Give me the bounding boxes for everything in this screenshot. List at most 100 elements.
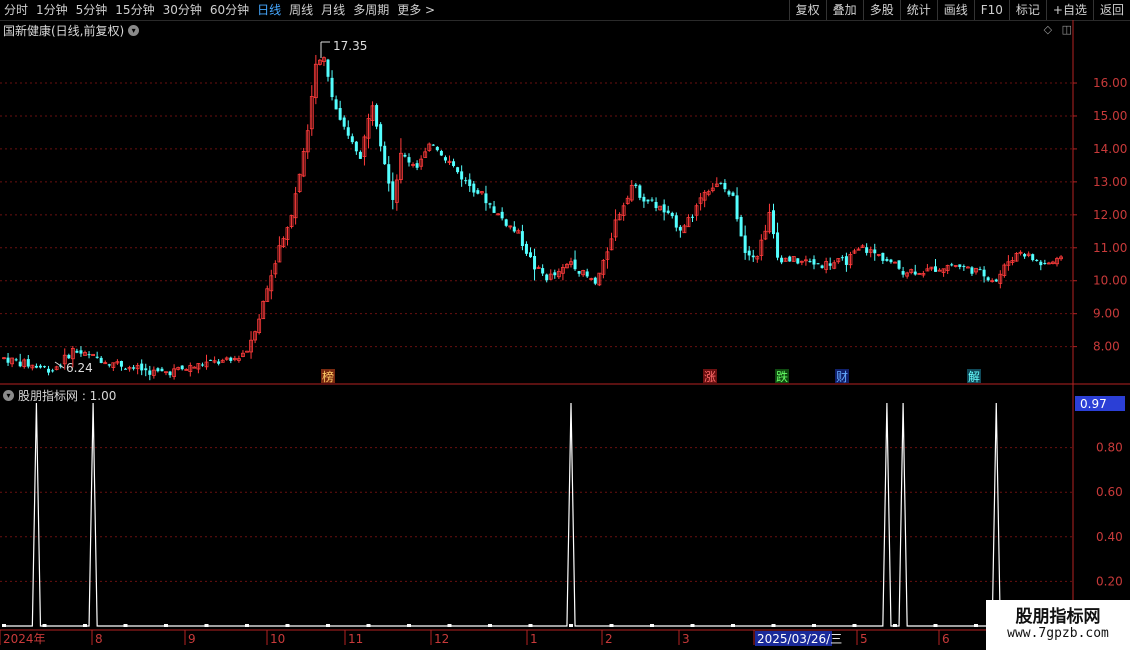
indicator-dot — [326, 624, 330, 627]
candle-body — [338, 107, 342, 120]
chevron-down-icon[interactable]: ▾ — [128, 25, 140, 36]
price-axis-label: 12.00 — [1093, 208, 1127, 222]
candle-body — [87, 354, 91, 356]
indicator-dot — [42, 624, 47, 627]
indicator-dot — [366, 624, 371, 627]
date-axis-label: 2 — [605, 632, 613, 646]
indicator-title: 股朋指标网 : 1.00 — [18, 389, 117, 403]
candle-body — [75, 350, 79, 353]
candle-body — [180, 365, 184, 370]
candle-body — [350, 136, 354, 143]
price-axis-label: 8.00 — [1093, 340, 1120, 354]
indicator-dot — [83, 624, 87, 627]
candle-body — [585, 271, 589, 277]
candle-body — [67, 354, 71, 359]
indicator-dot — [852, 624, 857, 627]
panel-toggle-icon[interactable]: ◫ — [1062, 23, 1072, 36]
candle-body — [731, 192, 735, 196]
indicator-axis-label: 0.80 — [1096, 441, 1123, 455]
candle-body — [808, 261, 812, 263]
indicator-dot — [690, 624, 695, 627]
candle-body — [346, 127, 350, 136]
candle-body — [816, 263, 820, 265]
candle-body — [492, 206, 496, 213]
candle-body — [593, 277, 597, 284]
candle-body — [719, 182, 723, 184]
candle-body — [387, 164, 391, 184]
candle-body — [439, 150, 443, 156]
candle-body — [148, 370, 152, 375]
stock-title: 国新健康(日线,前复权) — [3, 24, 125, 38]
candle-body — [662, 204, 666, 213]
candle-body — [994, 279, 998, 282]
candle-body — [533, 255, 537, 270]
event-marker: 财 — [836, 370, 848, 384]
diamond-icon[interactable]: ◇ — [1044, 23, 1052, 36]
indicator-dot — [407, 624, 411, 627]
candle-body — [820, 265, 824, 268]
candle-body — [124, 368, 127, 370]
candle-body — [99, 357, 103, 363]
price-axis-label: 15.00 — [1093, 109, 1127, 123]
candle-body — [34, 365, 38, 368]
watermark-title: 股朋指标网 — [1015, 607, 1101, 627]
candle-body — [484, 193, 488, 204]
indicator-dot — [204, 624, 209, 627]
candle-body — [245, 350, 249, 353]
candle-body — [51, 370, 55, 372]
candle-body — [391, 181, 395, 200]
candle-body — [654, 201, 658, 209]
date-axis-label: 11 — [348, 632, 363, 646]
candle-body — [460, 171, 464, 180]
indicator-dot — [285, 624, 290, 627]
candle-body — [678, 226, 682, 231]
candle-body — [897, 260, 901, 269]
candle-body — [735, 195, 739, 220]
candle-body — [14, 359, 18, 361]
candle-body — [978, 269, 982, 271]
candle-body — [553, 272, 557, 276]
candle-body — [634, 184, 638, 186]
candle-body — [723, 182, 727, 190]
candle-body — [156, 368, 160, 372]
date-axis-label: 2024年 — [3, 632, 46, 646]
candle-body — [958, 264, 962, 267]
event-marker: 跌 — [776, 369, 788, 384]
candle-body — [865, 247, 869, 253]
candle-body — [666, 210, 670, 213]
candle-body — [1043, 262, 1047, 264]
indicator-dot — [245, 624, 249, 627]
price-axis-label: 16.00 — [1093, 76, 1127, 90]
candle-body — [192, 366, 197, 369]
date-axis-label: 8 — [95, 632, 103, 646]
candle-body — [1039, 261, 1043, 266]
candle-body — [452, 161, 456, 166]
candle-body — [375, 105, 379, 127]
candle-body — [901, 271, 905, 275]
candle-body — [772, 210, 775, 235]
candle-body — [840, 257, 844, 259]
watermark: 股朋指标网 www.7gpzb.com — [986, 600, 1130, 650]
price-axis-label: 14.00 — [1093, 142, 1127, 156]
candle-body — [545, 274, 549, 281]
date-axis-label: 5 — [860, 632, 868, 646]
indicator-axis-label: 0.60 — [1096, 485, 1123, 499]
candle-body — [342, 117, 346, 127]
kline-chart[interactable]: 16.00 15.00 14.00 13.00 12.00 11.00 10.00 9.00 8… — [0, 0, 1130, 650]
current-value-label: 0.97 — [1080, 397, 1107, 411]
candle-body — [812, 259, 816, 265]
candle-body — [217, 361, 221, 364]
chevron-down-icon[interactable]: ▾ — [3, 390, 14, 401]
indicator-dot — [974, 624, 978, 627]
candle-body — [79, 350, 83, 354]
indicator-dot — [447, 624, 452, 627]
candle-body — [407, 157, 411, 163]
indicator-dot — [528, 624, 533, 627]
candle-body — [828, 263, 832, 266]
indicator-dot — [933, 624, 938, 627]
candle-body — [642, 196, 646, 202]
candle-body — [529, 252, 532, 258]
candle-body — [504, 219, 508, 226]
candle-body — [379, 124, 383, 147]
candle-body — [885, 259, 889, 261]
